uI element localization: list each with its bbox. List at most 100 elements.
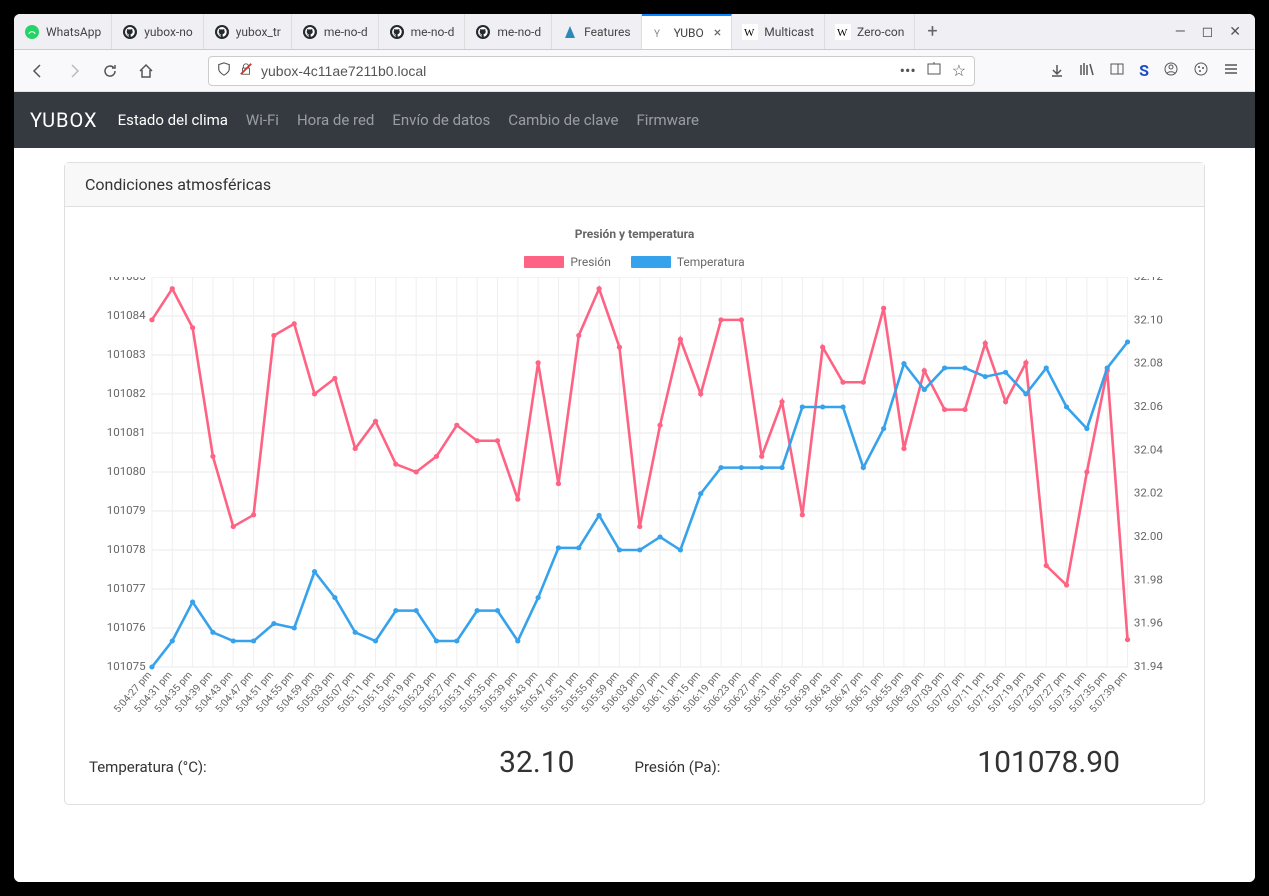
browser-tab-1[interactable]: yubox-no [112,14,204,49]
svg-text:101084: 101084 [107,309,147,322]
svg-text:101076: 101076 [107,621,146,634]
svg-text:101083: 101083 [107,348,146,361]
ext-s-icon[interactable]: S [1139,61,1149,80]
ext-cookie-icon[interactable] [1193,61,1209,81]
reload-button[interactable] [96,57,124,85]
pres-value: 101078.90 [977,745,1120,780]
favicon-icon [122,24,138,40]
readout-pressure: Presión (Pa): 101078.90 [635,745,1181,780]
browser-tab-6[interactable]: Features [552,14,641,49]
tab-label: YUBO [674,26,704,40]
menu-icon[interactable] [1223,61,1239,81]
favicon-icon [24,24,40,40]
url-input[interactable] [261,63,892,79]
legend-presion[interactable]: Presión [524,255,610,269]
browser-tab-bar: WhatsApp yubox-no yubox_tr me-no-d me-no-d me… [14,14,1255,50]
home-button[interactable] [132,57,160,85]
svg-text:31.98: 31.98 [1134,574,1163,587]
forward-button[interactable] [60,57,88,85]
legend-temperatura[interactable]: Temperatura [631,255,745,269]
readout-temperature: Temperatura (°C): 32.10 [89,745,635,780]
favicon-icon [302,24,318,40]
nav-item-3[interactable]: Envío de datos [392,111,490,129]
nav-item-4[interactable]: Cambio de clave [508,111,618,129]
card-atmospheric: Condiciones atmosféricas Presión y tempe… [64,162,1205,805]
more-icon[interactable]: ••• [900,61,916,81]
new-tab-button[interactable]: + [915,14,949,49]
shield-icon[interactable] [217,61,231,80]
svg-text:32.02: 32.02 [1134,487,1163,500]
favicon-icon: W [742,24,758,40]
maximize-icon[interactable]: ◻ [1202,24,1214,40]
close-icon[interactable]: × [714,25,721,41]
svg-text:101077: 101077 [107,582,146,595]
svg-text:32.00: 32.00 [1134,530,1163,543]
nav-item-1[interactable]: Wi-Fi [246,111,279,129]
legend-swatch-presion-icon [524,256,564,268]
browser-tab-0[interactable]: WhatsApp [14,14,112,49]
svg-text:32.10: 32.10 [1134,314,1163,327]
browser-tab-3[interactable]: me-no-d [292,14,379,49]
tab-label: yubox-no [144,25,193,39]
tab-label: Features [584,25,630,39]
nav-item-2[interactable]: Hora de red [297,111,374,129]
svg-text:32.06: 32.06 [1134,400,1163,413]
nav-item-5[interactable]: Firmware [636,111,699,129]
svg-text:W: W [837,27,848,39]
brand[interactable]: YUBOX [30,108,98,132]
tab-label: WhatsApp [46,25,101,39]
reader-icon[interactable] [926,61,942,81]
temp-label: Temperatura (°C): [89,758,207,776]
browser-tab-5[interactable]: me-no-d [465,14,552,49]
svg-text:101078: 101078 [107,543,146,556]
sidebar-icon[interactable] [1109,61,1125,81]
chart-title: Presión y temperatura [89,227,1180,241]
browser-tab-9[interactable]: W Zero-con [825,14,915,49]
svg-text:101082: 101082 [107,387,146,400]
legend-swatch-temperatura-icon [631,256,671,268]
svg-text:101080: 101080 [107,465,146,478]
url-input-wrap[interactable]: ••• ☆ [208,56,975,86]
svg-text:101079: 101079 [107,504,146,517]
svg-text:31.96: 31.96 [1134,617,1163,630]
lock-insecure-icon[interactable] [239,61,253,80]
chart-legend: Presión Temperatura [89,255,1180,269]
favicon-icon [562,24,578,40]
favicon-icon [214,24,230,40]
app-navbar: YUBOX Estado del clima Wi-Fi Hora de red En… [14,92,1255,148]
bookmark-icon[interactable]: ☆ [952,61,966,81]
browser-tab-7[interactable]: Y YUBO × [642,14,733,49]
tab-label: me-no-d [324,25,368,39]
tab-label: me-no-d [411,25,455,39]
svg-text:31.94: 31.94 [1134,660,1164,673]
tab-label: yubox_tr [236,25,281,39]
favicon-icon: Y [652,25,668,41]
tab-label: me-no-d [497,25,541,39]
svg-text:101075: 101075 [107,660,146,673]
svg-text:101085: 101085 [107,277,146,283]
browser-tab-2[interactable]: yubox_tr [204,14,292,49]
pres-label: Presión (Pa): [635,758,721,776]
svg-text:32.12: 32.12 [1134,277,1163,283]
download-icon[interactable] [1043,57,1071,85]
minimize-icon[interactable]: — [1175,24,1186,40]
back-button[interactable] [24,57,52,85]
favicon-icon: W [835,24,851,40]
browser-tab-8[interactable]: W Multicast [732,14,825,49]
svg-text:32.08: 32.08 [1134,357,1163,370]
nav-item-0[interactable]: Estado del clima [118,111,228,129]
browser-tab-4[interactable]: me-no-d [379,14,466,49]
svg-text:W: W [744,27,755,39]
chart-canvas[interactable]: 101075 101076 101077 101078 101079 101080 1010… [89,277,1180,727]
close-window-icon[interactable]: ✕ [1229,24,1241,40]
temp-value: 32.10 [499,745,574,780]
favicon-icon [389,24,405,40]
tab-label: Zero-con [857,25,904,39]
library-icon[interactable] [1079,61,1095,81]
card-header: Condiciones atmosféricas [65,163,1204,207]
account-icon[interactable] [1163,61,1179,81]
svg-text:Y: Y [654,29,660,40]
page-content: YUBOX Estado del clima Wi-Fi Hora de red En… [14,92,1255,882]
svg-text:101081: 101081 [107,426,146,439]
tab-label: Multicast [764,25,814,39]
